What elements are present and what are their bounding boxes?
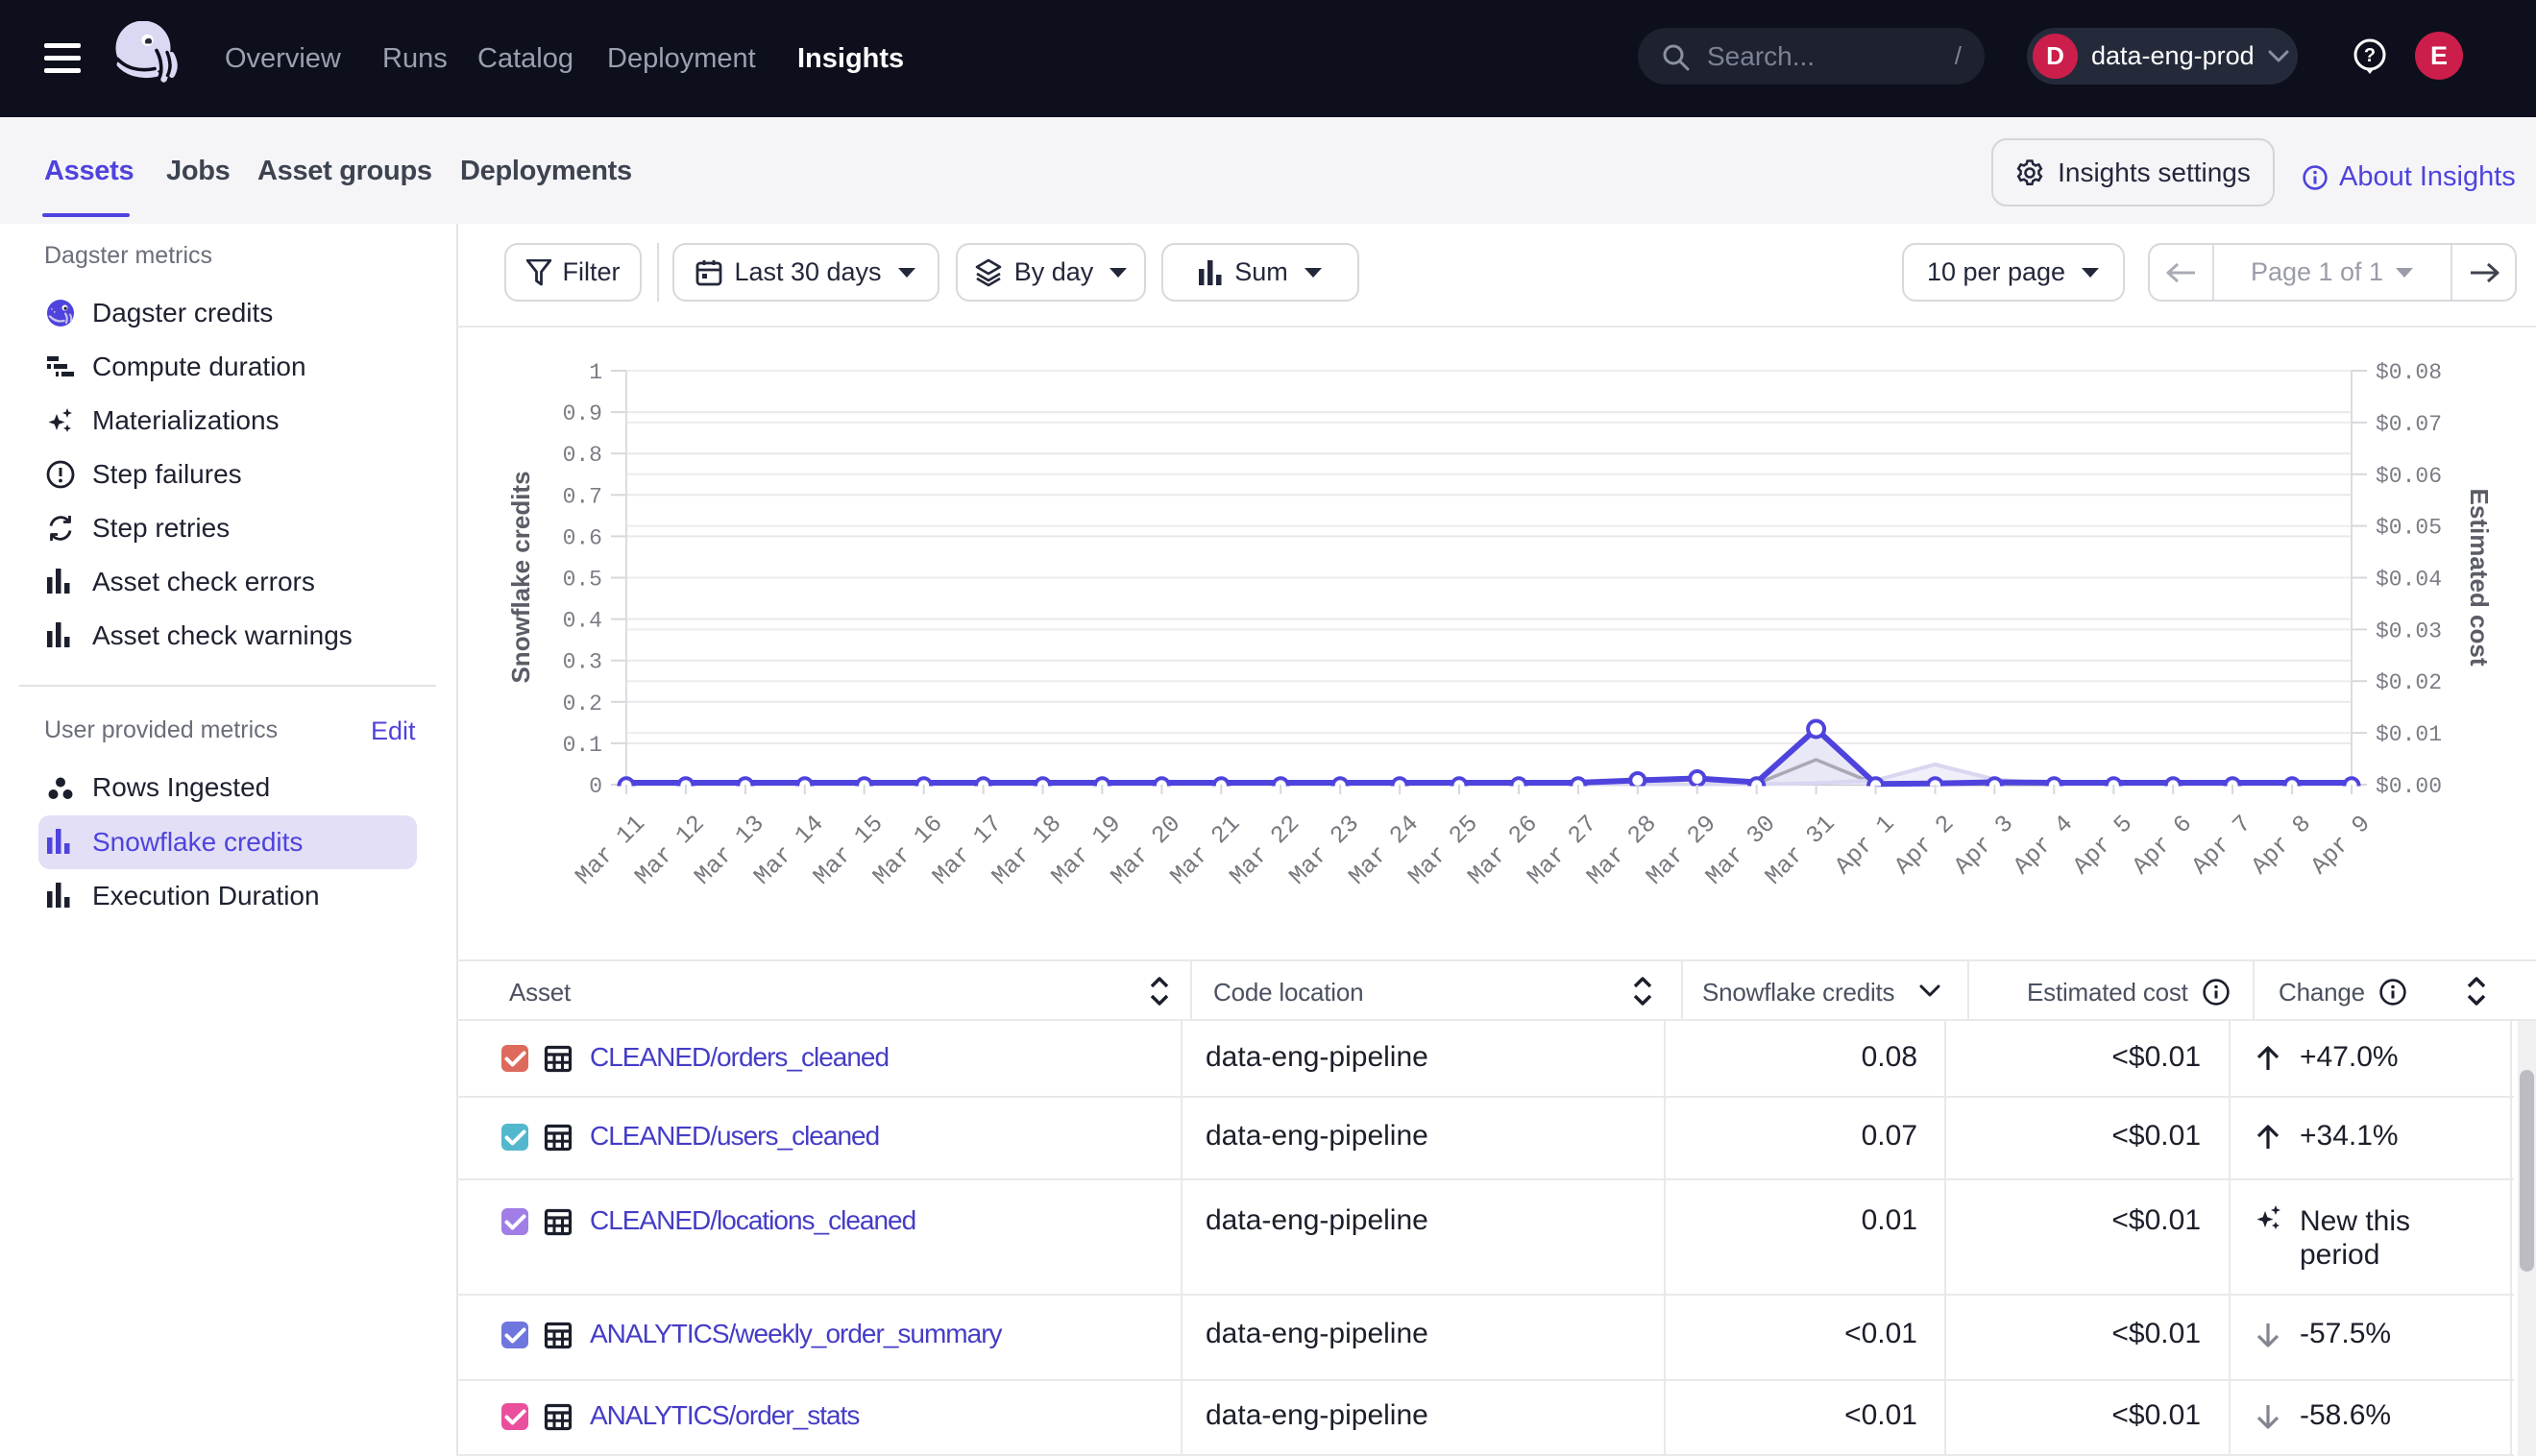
svg-text:$0.07: $0.07 [2376,412,2442,437]
svg-text:0.3: 0.3 [563,650,602,675]
svg-text:$0.08: $0.08 [2376,360,2442,385]
svg-text:Apr 2: Apr 2 [1890,810,1961,881]
svg-text:Apr 8: Apr 8 [2246,810,2317,881]
svg-text:?: ? [2364,45,2376,66]
svg-text:Apr 3: Apr 3 [1949,810,2020,881]
svg-text:0.4: 0.4 [563,609,602,634]
svg-text:$0.01: $0.01 [2376,722,2442,747]
svg-text:$0.02: $0.02 [2376,670,2442,695]
svg-text:0.5: 0.5 [563,568,602,593]
svg-text:0.7: 0.7 [563,484,602,509]
svg-text:$0.06: $0.06 [2376,464,2442,489]
svg-text:Apr 6: Apr 6 [2127,810,2198,881]
svg-text:$0.04: $0.04 [2376,568,2442,593]
svg-text:Estimated cost: Estimated cost [2465,489,2494,667]
svg-text:0.9: 0.9 [563,401,602,426]
svg-text:1: 1 [589,360,602,385]
svg-text:$0.00: $0.00 [2376,774,2442,799]
svg-text:Apr 9: Apr 9 [2305,810,2377,881]
svg-text:0.2: 0.2 [563,692,602,716]
svg-text:Apr 7: Apr 7 [2186,810,2257,881]
svg-text:Apr 5: Apr 5 [2067,810,2138,881]
svg-text:0.1: 0.1 [563,733,602,758]
svg-text:Apr 4: Apr 4 [2008,810,2079,881]
svg-text:Apr 1: Apr 1 [1830,810,1901,881]
svg-text:0: 0 [589,774,602,799]
svg-text:0.8: 0.8 [563,443,602,468]
svg-text:0.6: 0.6 [563,525,602,550]
svg-text:$0.05: $0.05 [2376,516,2442,541]
svg-text:$0.03: $0.03 [2376,619,2442,643]
svg-text:Snowflake credits: Snowflake credits [506,471,535,683]
